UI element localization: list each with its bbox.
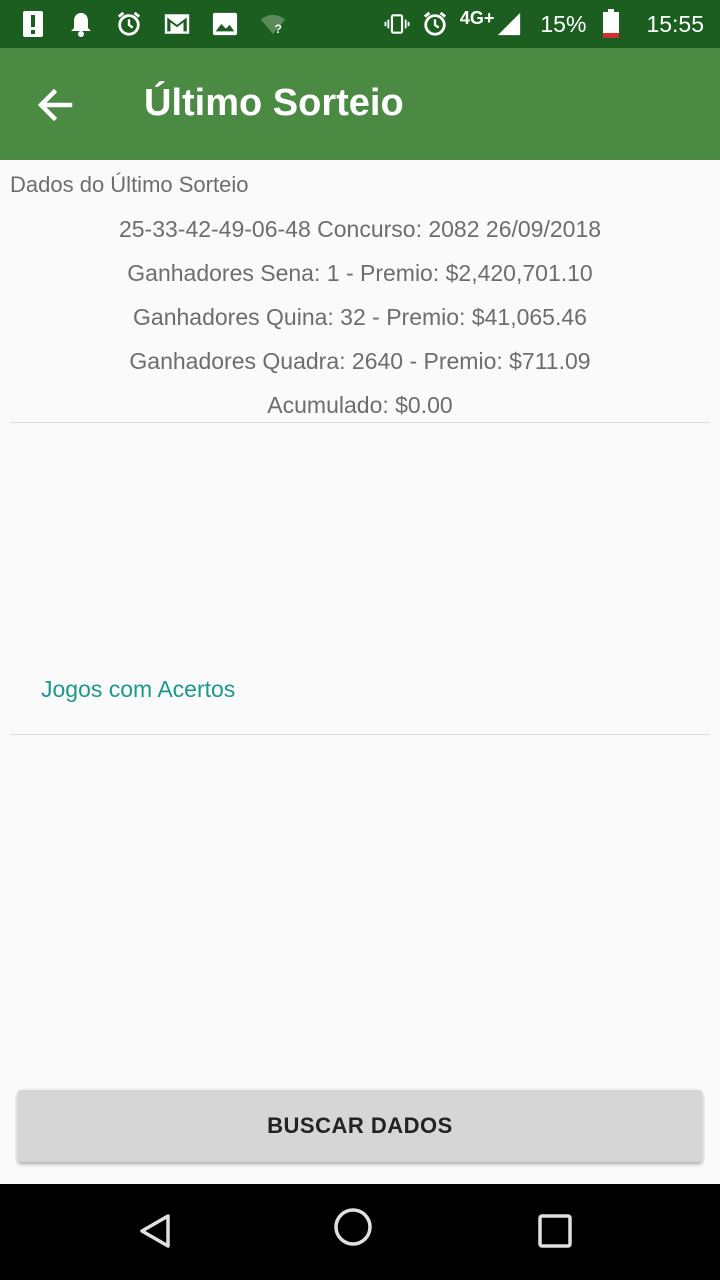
page-title: Último Sorteio — [144, 82, 404, 124]
battery-icon — [598, 9, 624, 38]
alert-icon — [20, 11, 46, 37]
alarm-icon — [116, 11, 142, 37]
games-with-hits-label: Jogos com Acertos — [41, 676, 236, 702]
clock: 15:55 — [646, 10, 704, 37]
quina-winners-line: Ganhadores Quina: 32 - Premio: $41,065.4… — [133, 304, 587, 330]
arrow-back-icon[interactable] — [34, 84, 76, 126]
svg-text:?: ? — [275, 22, 282, 36]
accumulated-line: Acumulado: $0.00 — [267, 392, 453, 418]
divider — [10, 422, 710, 423]
section-label: Dados do Último Sorteio — [10, 172, 249, 197]
home-circle-icon[interactable] — [329, 1208, 377, 1256]
battery-percent: 15% — [540, 10, 587, 37]
draw-numbers-line: 25-33-42-49-06-48 Concurso: 2082 26/09/2… — [118, 216, 602, 242]
navigation-bar — [0, 1184, 720, 1280]
alarm-icon — [422, 11, 448, 37]
app-bar: Último Sorteio — [0, 48, 720, 160]
wifi-unknown-icon: ? — [260, 11, 286, 37]
recents-square-icon[interactable] — [532, 1208, 580, 1256]
back-triangle-icon[interactable] — [132, 1208, 180, 1256]
vibrate-icon — [384, 11, 410, 37]
status-bar: ? 4G+ 15% 15:55 — [0, 0, 720, 48]
search-data-button[interactable]: BUSCAR DADOS — [18, 1090, 702, 1162]
gmail-icon — [164, 11, 190, 37]
quadra-winners-line: Ganhadores Quadra: 2640 - Premio: $711.0… — [129, 348, 591, 374]
notification-bell-icon — [68, 11, 94, 37]
network-type-label: 4G+ — [459, 7, 495, 28]
signal-icon — [496, 11, 522, 37]
image-icon — [212, 11, 238, 37]
sena-winners-line: Ganhadores Sena: 1 - Premio: $2,420,701.… — [127, 260, 593, 286]
divider — [10, 734, 710, 735]
